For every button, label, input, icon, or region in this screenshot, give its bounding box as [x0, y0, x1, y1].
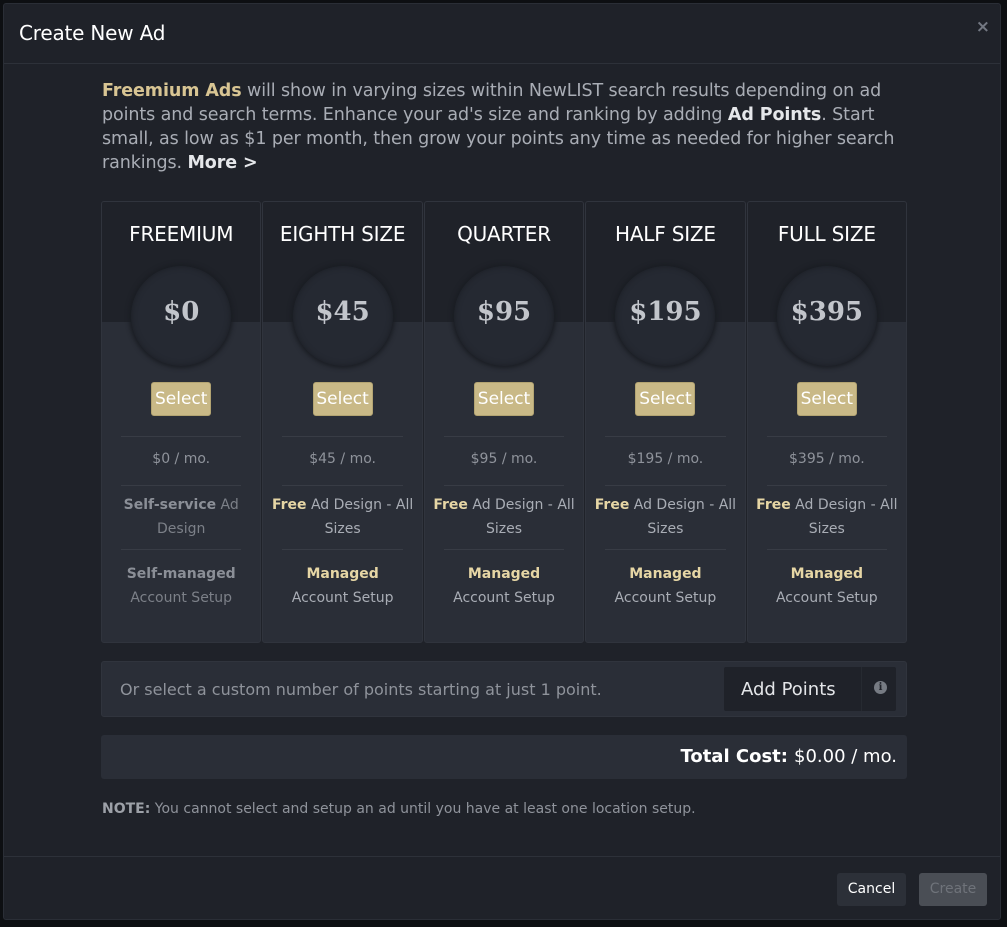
- divider: [121, 436, 242, 437]
- more-link[interactable]: More >: [187, 153, 257, 173]
- add-points-button[interactable]: Add Points i: [724, 667, 896, 711]
- divider: [766, 485, 888, 486]
- note-label: NOTE:: [102, 801, 151, 817]
- price-circle: $195: [615, 266, 716, 366]
- feature-text: Ad Design - All Sizes: [790, 497, 898, 537]
- divider: [121, 549, 242, 550]
- plan-per-month: $0 / mo.: [152, 451, 211, 467]
- divider: [443, 485, 565, 486]
- plan-card-full-size: FULL SIZE $395 Select $395 / mo. Free Ad…: [746, 201, 908, 643]
- plan-price: $0: [163, 297, 200, 327]
- intro-freemium-ads: Freemium Ads: [102, 81, 242, 101]
- feature-text: Account Setup: [614, 590, 717, 606]
- plan-card-eighth-size: EIGHTH SIZE $45 Select $45 / mo. Free Ad…: [262, 201, 423, 643]
- dialog-footer: Cancel Create: [4, 856, 1000, 920]
- plan-feature-setup: Self-managed Account Setup: [110, 562, 252, 610]
- dialog-header: Create New Ad ×: [4, 4, 1000, 64]
- plan-feature-design: Free Ad Design - All Sizes: [271, 493, 413, 541]
- plan-name: FULL SIZE: [777, 222, 876, 246]
- plan-feature-design: Free Ad Design - All Sizes: [594, 493, 736, 541]
- plan-per-month: $95 / mo.: [470, 451, 538, 467]
- plan-name: FREEMIUM: [129, 222, 234, 246]
- custom-points-text: Or select a custom number of points star…: [120, 680, 602, 699]
- feature-highlight: Free: [594, 497, 630, 513]
- feature-highlight: Free: [433, 497, 468, 513]
- plan-feature-design: Self-service Ad Design: [110, 493, 252, 541]
- price-circle: $95: [454, 266, 555, 366]
- feature-highlight: Free: [756, 497, 791, 513]
- select-button[interactable]: Select: [796, 382, 857, 416]
- plan-feature-setup: Managed Account Setup: [594, 562, 736, 610]
- divider: [282, 549, 403, 550]
- feature-text: Account Setup: [130, 590, 233, 606]
- plan-price: $395: [790, 297, 864, 327]
- divider: [861, 667, 862, 711]
- feature-text: Account Setup: [775, 590, 878, 606]
- plan-list: FREEMIUM $0 Select $0 / mo. Self-service…: [101, 201, 908, 643]
- plan-feature-setup: Managed Account Setup: [271, 562, 413, 610]
- feature-text: Ad Design - All Sizes: [467, 497, 575, 537]
- intro-ad-points: Ad Points: [727, 105, 822, 125]
- info-icon[interactable]: i: [874, 681, 887, 694]
- feature-text: Account Setup: [291, 590, 394, 606]
- plan-per-month: $195 / mo.: [627, 451, 704, 467]
- feature-highlight: Managed: [629, 566, 702, 582]
- feature-highlight: Managed: [790, 566, 863, 582]
- plan-card-half-size: HALF SIZE $195 Select $195 / mo. Free Ad…: [585, 201, 746, 643]
- divider: [766, 549, 888, 550]
- feature-highlight: Self-service: [123, 497, 217, 513]
- plan-feature-design: Free Ad Design - All Sizes: [433, 493, 575, 541]
- feature-text: Account Setup: [453, 590, 555, 606]
- divider: [605, 485, 726, 486]
- plan-feature-setup: Managed Account Setup: [756, 562, 898, 610]
- add-points-label: Add Points: [741, 679, 836, 700]
- select-button[interactable]: Select: [312, 382, 373, 416]
- divider: [282, 485, 403, 486]
- plan-card-quarter: QUARTER $95 Select $95 / mo. Free Ad Des…: [423, 201, 585, 643]
- note-text: NOTE: You cannot select and setup an ad …: [102, 801, 696, 817]
- note-body: You cannot select and setup an ad until …: [150, 801, 696, 817]
- plan-price: $45: [315, 297, 370, 327]
- plan-feature-design: Free Ad Design - All Sizes: [756, 493, 898, 541]
- divider: [766, 436, 888, 437]
- divider: [121, 485, 242, 486]
- feature-highlight: Self-managed: [126, 566, 236, 582]
- total-cost-row: Total Cost: $0.00 / mo.: [101, 735, 907, 779]
- plan-name: EIGHTH SIZE: [279, 222, 406, 246]
- price-circle: $45: [292, 266, 393, 366]
- divider: [282, 436, 403, 437]
- select-button[interactable]: Select: [635, 382, 696, 416]
- cancel-button[interactable]: Cancel: [837, 873, 906, 906]
- plan-name: HALF SIZE: [614, 222, 716, 246]
- create-ad-dialog: Create New Ad × Freemium Ads will show i…: [3, 3, 1001, 920]
- intro-text: Freemium Ads will show in varying sizes …: [102, 79, 908, 175]
- plan-card-freemium: FREEMIUM $0 Select $0 / mo. Self-service…: [101, 201, 262, 643]
- feature-highlight: Free: [271, 497, 307, 513]
- custom-points-row: Or select a custom number of points star…: [101, 661, 907, 717]
- divider: [605, 436, 726, 437]
- divider: [605, 549, 726, 550]
- divider: [443, 549, 565, 550]
- plan-price: $95: [476, 297, 532, 327]
- feature-highlight: Managed: [306, 566, 379, 582]
- price-circle: $395: [776, 266, 877, 366]
- plan-per-month: $45 / mo.: [309, 451, 376, 467]
- feature-highlight: Managed: [467, 566, 541, 582]
- feature-text: Ad Design - All Sizes: [629, 497, 737, 537]
- dialog-title: Create New Ad: [19, 21, 166, 45]
- total-cost-value: $0.00 / mo.: [794, 746, 897, 767]
- close-icon[interactable]: ×: [976, 17, 990, 37]
- select-button[interactable]: Select: [151, 382, 212, 416]
- plan-per-month: $395 / mo.: [789, 451, 865, 467]
- plan-name: QUARTER: [457, 222, 551, 246]
- select-button[interactable]: Select: [474, 382, 535, 416]
- divider: [443, 436, 565, 437]
- price-circle: $0: [131, 266, 232, 366]
- plan-feature-setup: Managed Account Setup: [433, 562, 575, 610]
- feature-text: Ad Design - All Sizes: [306, 497, 414, 537]
- total-cost: Total Cost: $0.00 / mo.: [680, 746, 897, 767]
- plan-price: $195: [629, 297, 702, 327]
- create-button[interactable]: Create: [919, 873, 987, 906]
- total-cost-label: Total Cost:: [680, 746, 788, 767]
